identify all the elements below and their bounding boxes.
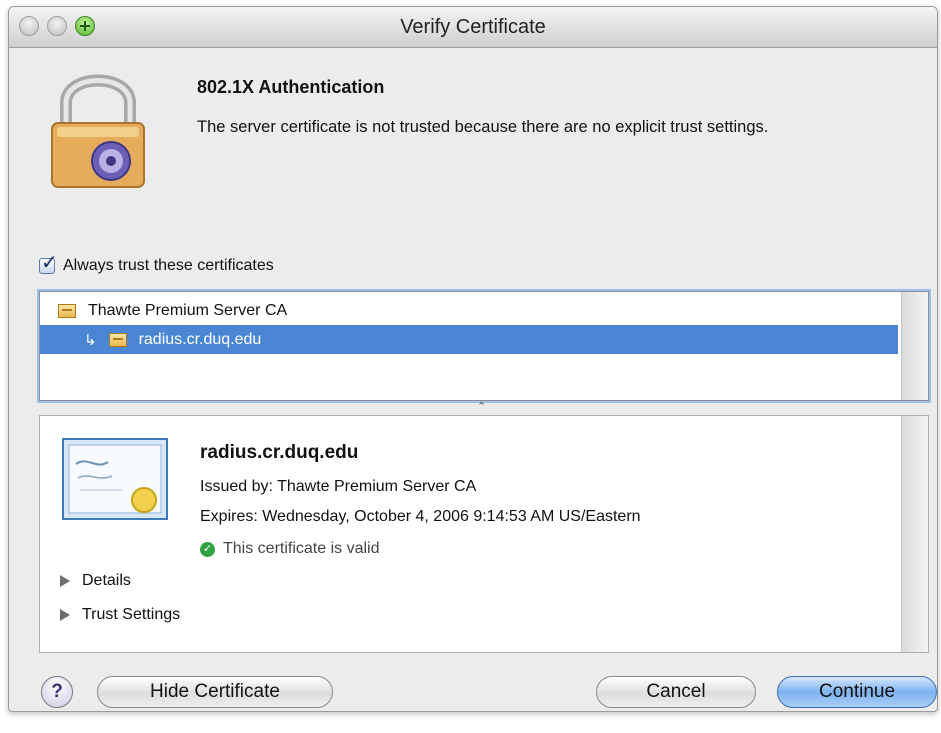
window-title: Verify Certificate	[400, 16, 546, 38]
help-button[interactable]: ?	[41, 676, 73, 708]
list-item-label: Thawte Premium Server CA	[88, 301, 288, 319]
hide-certificate-button[interactable]: Hide Certificate	[97, 676, 333, 708]
list-item-root-ca[interactable]: Thawte Premium Server CA	[40, 296, 898, 325]
expires-text: Expires: Wednesday, October 4, 2006 9:14…	[200, 508, 641, 525]
always-trust-label[interactable]: Always trust these certificates	[63, 257, 274, 275]
dialog-heading: 802.1X Authentication	[197, 77, 385, 97]
continue-button[interactable]: Continue	[777, 676, 937, 708]
always-trust-checkbox[interactable]: ✓	[39, 253, 58, 274]
list-item-server-cert[interactable]: ↳ radius.cr.duq.edu	[40, 325, 898, 354]
cancel-button[interactable]: Cancel	[596, 676, 756, 708]
certificate-detail-pane: radius.cr.duq.edu Issued by: Thawte Prem…	[39, 415, 929, 653]
valid-check-icon: ✓	[200, 541, 215, 557]
padlock-icon	[51, 74, 145, 188]
certificate-list[interactable]: Thawte Premium Server CA ↳ radius.cr.duq…	[39, 291, 929, 401]
child-arrow-icon: ↳	[84, 331, 97, 349]
certificate-icon	[58, 303, 76, 318]
issued-by-text: Issued by: Thawte Premium Server CA	[200, 478, 477, 495]
verify-certificate-window: Verify Certificate 802.1X Authentication…	[8, 6, 938, 712]
disclosure-triangle-icon[interactable]	[60, 575, 70, 587]
detail-scrollbar[interactable]	[901, 416, 928, 652]
details-label[interactable]: Details	[82, 572, 131, 590]
trust-settings-disclosure[interactable]: Trust Settings	[60, 606, 180, 624]
always-trust-row[interactable]: ✓ Always trust these certificates	[39, 253, 274, 277]
trust-settings-label[interactable]: Trust Settings	[82, 606, 180, 624]
pane-splitter-handle[interactable]: ⌃	[477, 400, 486, 413]
certificate-name: radius.cr.duq.edu	[200, 442, 359, 463]
validity-status: ✓ This certificate is valid	[200, 540, 380, 558]
certificate-icon	[108, 332, 127, 347]
details-disclosure[interactable]: Details	[60, 572, 131, 590]
list-scrollbar[interactable]	[901, 292, 928, 400]
title-bar[interactable]: Verify Certificate	[9, 7, 937, 48]
checkmark-icon: ✓	[41, 252, 58, 274]
certificate-document-icon	[62, 438, 168, 520]
validity-text: This certificate is valid	[223, 540, 380, 557]
disclosure-triangle-icon[interactable]	[60, 609, 70, 621]
list-item-label: radius.cr.duq.edu	[138, 330, 262, 348]
dialog-message: The server certificate is not trusted be…	[197, 118, 769, 136]
